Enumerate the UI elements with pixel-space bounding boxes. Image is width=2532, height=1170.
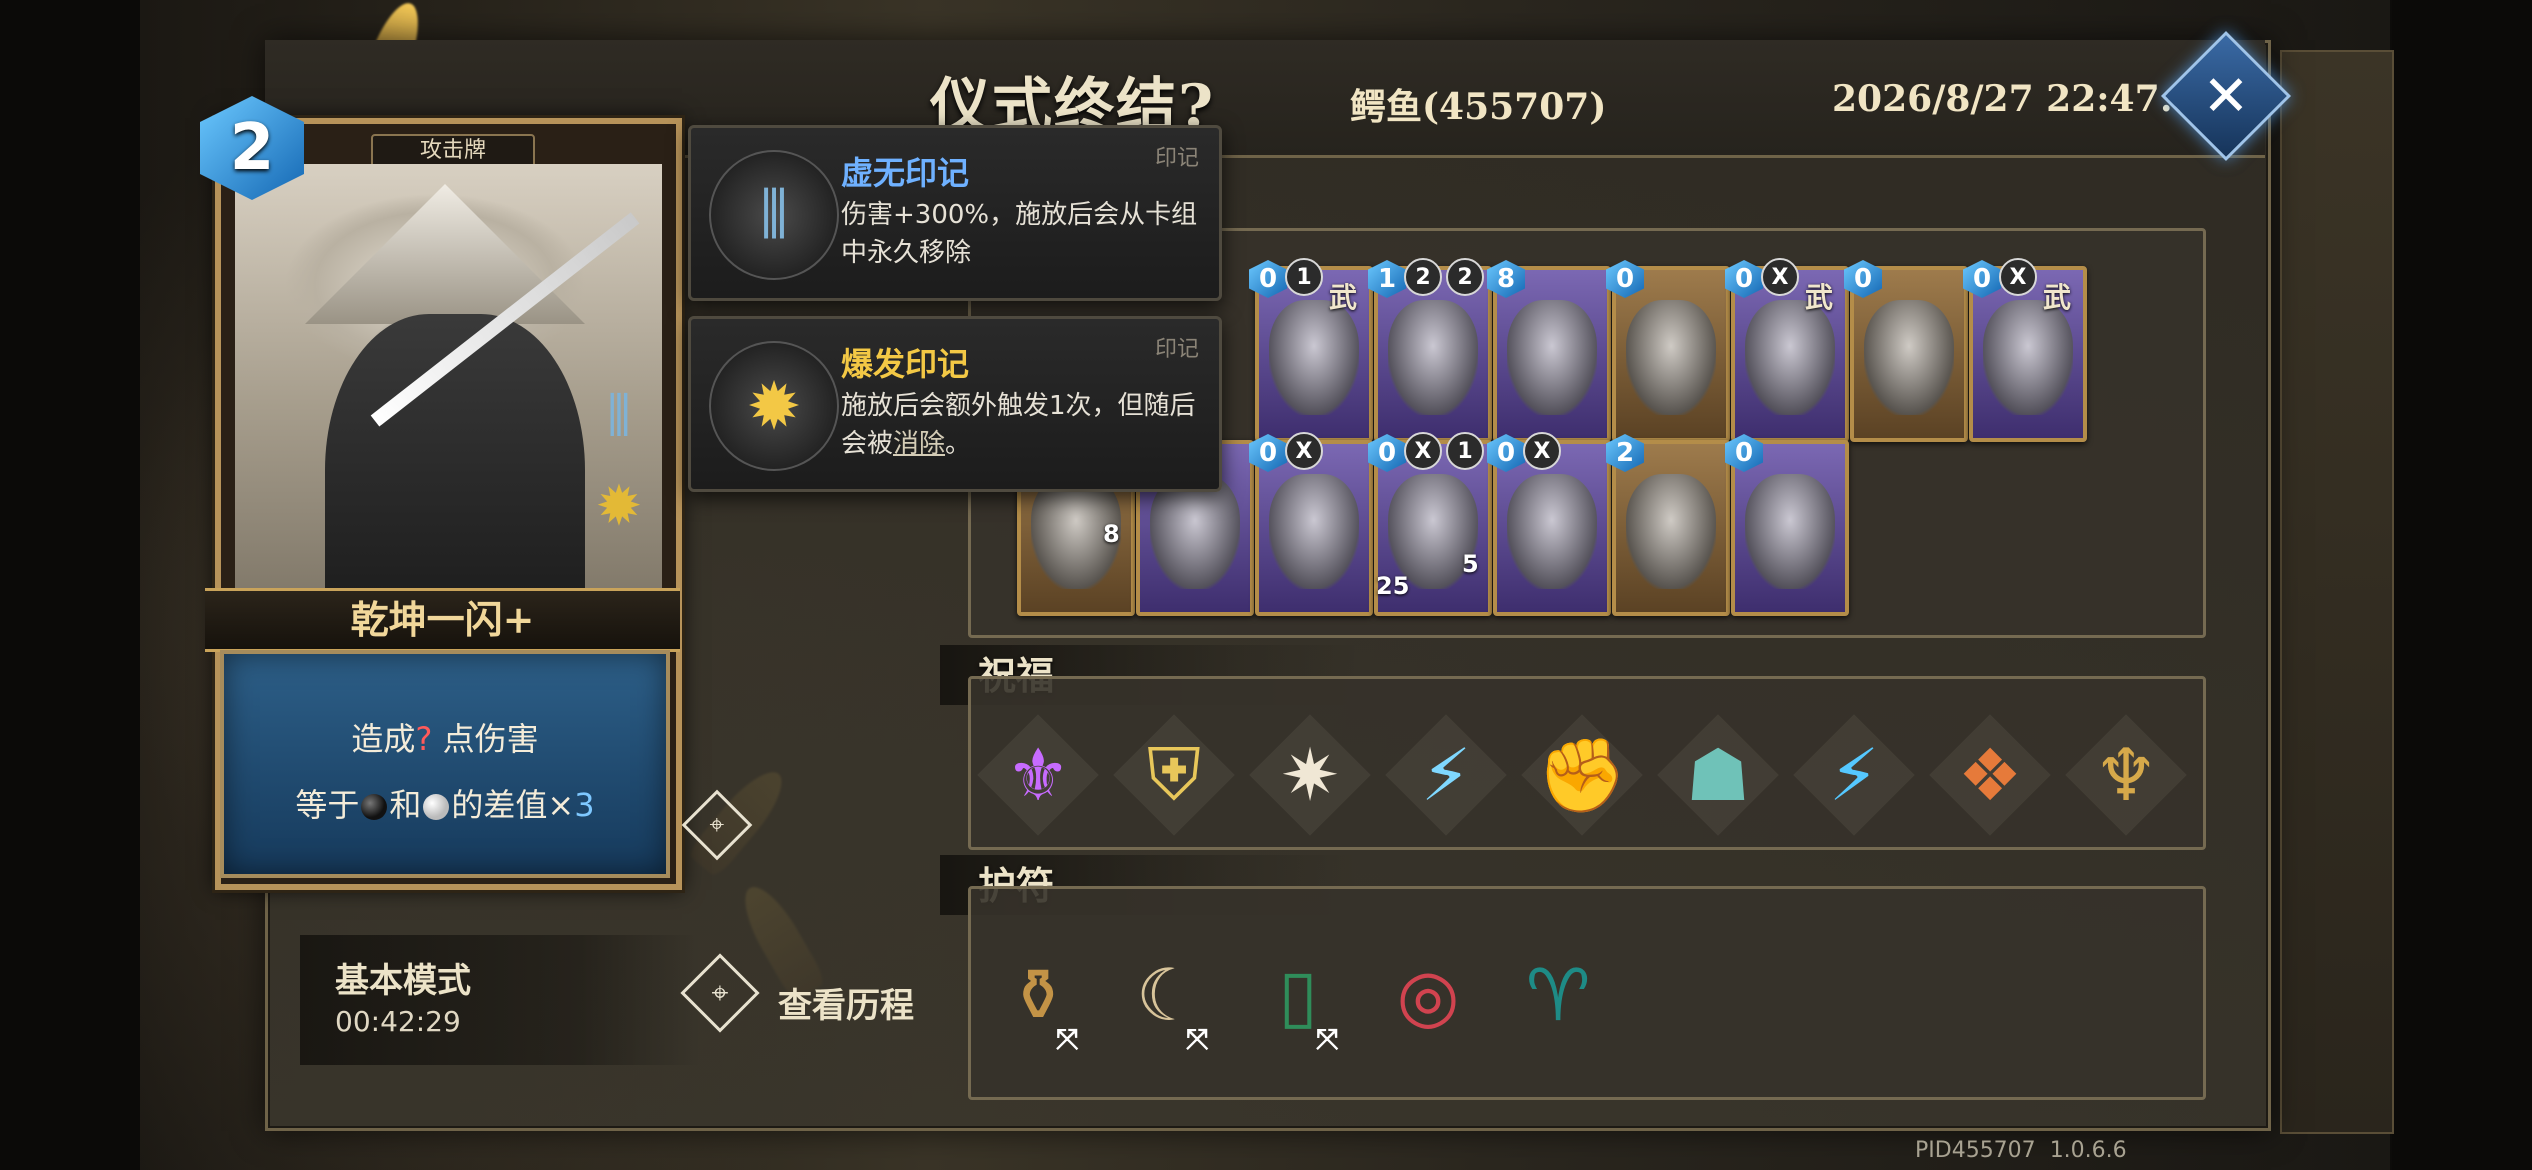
- left-letterbox: [0, 0, 140, 1170]
- upgrade-mark-icon: ⤧: [1056, 1022, 1079, 1055]
- card-wu-label: 武: [1329, 281, 1358, 314]
- card-name: 乾坤一闪+: [205, 588, 680, 652]
- card-wu-label: 武: [1805, 281, 1834, 314]
- background-side-panel: [2280, 50, 2394, 1134]
- burst-mark-icon[interactable]: ✹: [590, 470, 648, 544]
- void-mark-icon[interactable]: ⦀: [590, 380, 648, 454]
- tassel-charm-icon[interactable]: ♈: [1508, 940, 1608, 1050]
- shadow-art-icon: [1983, 300, 2073, 415]
- card-badge: 1: [1446, 432, 1484, 470]
- card-badge: X: [1761, 258, 1799, 296]
- shattered-square-icon[interactable]: ✷: [1257, 722, 1363, 828]
- card-counter: 8: [1103, 520, 1120, 548]
- card-badge: 1: [1285, 258, 1323, 296]
- card-badge: 2: [1404, 258, 1442, 296]
- cloak-art-icon: [1745, 300, 1835, 415]
- tooltip-tag: 印记: [1154, 146, 1199, 171]
- card-description: 造成? 点伤害 等于和的差值×3: [220, 650, 670, 878]
- spear-art-icon: [1507, 300, 1597, 415]
- keyword-link[interactable]: 消除: [893, 429, 945, 459]
- card-badge: X: [1404, 432, 1442, 470]
- tooltip-void-mark: ⦀ 虚无印记 印记 伤害+300%，施放后会从卡组中永久移除: [688, 125, 1222, 301]
- card-wu-label: 武: [2043, 281, 2072, 314]
- card-counter: 25: [1376, 572, 1410, 600]
- tooltip-text: 伤害+300%，施放后会从卡组中永久移除: [841, 200, 1198, 268]
- player-name: 鳄鱼(455707): [1350, 86, 1607, 128]
- tooltip-title: 爆发印记: [841, 345, 970, 383]
- upgrade-mark-icon: ⤧: [1186, 1022, 1209, 1055]
- book-art-icon: [1864, 300, 1954, 415]
- swordsman-art-icon: [1626, 474, 1716, 589]
- golden-idol-icon[interactable]: ♆: [2073, 722, 2179, 828]
- tooltip-burst-mark: ✹ 爆发印记 印记 施放后会额外触发1次，但随后会被消除。: [688, 316, 1222, 492]
- burst-mark-icon: ✹: [709, 341, 839, 471]
- mode-name: 基本模式: [335, 961, 471, 1001]
- feather-art-icon: [1626, 300, 1716, 415]
- build-info: PID455707 1.0.6.6: [1915, 1138, 2127, 1163]
- tooltip-text: 施放后会额外触发1次，但随后会被消除。: [841, 391, 1196, 459]
- lightning-shield-icon[interactable]: ⚡: [1393, 722, 1499, 828]
- lightning-cards-icon[interactable]: ⚡: [1801, 722, 1907, 828]
- fist-art-icon: [1269, 300, 1359, 415]
- purple-trident-icon[interactable]: ⚜: [985, 722, 1091, 828]
- card-counter: 5: [1462, 550, 1479, 578]
- smoke-art-icon: [1745, 474, 1835, 589]
- void-mark-icon: ⦀: [709, 150, 839, 280]
- upgrade-mark-icon: ⤧: [1316, 1022, 1339, 1055]
- monk-art-icon: [1269, 474, 1359, 589]
- flame-fist-icon[interactable]: ✊: [1529, 722, 1635, 828]
- rune-scroll-icon[interactable]: ❖: [1937, 722, 2043, 828]
- vessel-art-icon: [1388, 300, 1478, 415]
- card-badge: X: [1285, 432, 1323, 470]
- card-type-label: 攻击牌: [371, 134, 535, 168]
- talisman-art-icon: [1507, 474, 1597, 589]
- card-badge: X: [1523, 432, 1561, 470]
- gold-shield-icon[interactable]: ⛨: [1121, 722, 1227, 828]
- card-badge: X: [1999, 258, 2037, 296]
- yin-icon: [361, 794, 388, 820]
- card-desc-line-1: 造成? 点伤害: [351, 720, 539, 758]
- tooltip-title: 虚无印记: [841, 154, 970, 192]
- card-badge: 2: [1446, 258, 1484, 296]
- hooded-figure-icon[interactable]: ☗: [1665, 722, 1771, 828]
- right-letterbox: [2392, 0, 2532, 1170]
- tooltip-tag: 印记: [1154, 337, 1199, 362]
- mode-time: 00:42:29: [335, 1005, 461, 1038]
- view-history-button[interactable]: 查看历程: [778, 978, 914, 1027]
- red-ring-icon[interactable]: ◎: [1378, 940, 1478, 1050]
- close-x-icon: ✕: [2202, 63, 2250, 129]
- card-desc-line-2: 等于和的差值×3: [295, 786, 595, 824]
- yang-icon: [423, 794, 450, 820]
